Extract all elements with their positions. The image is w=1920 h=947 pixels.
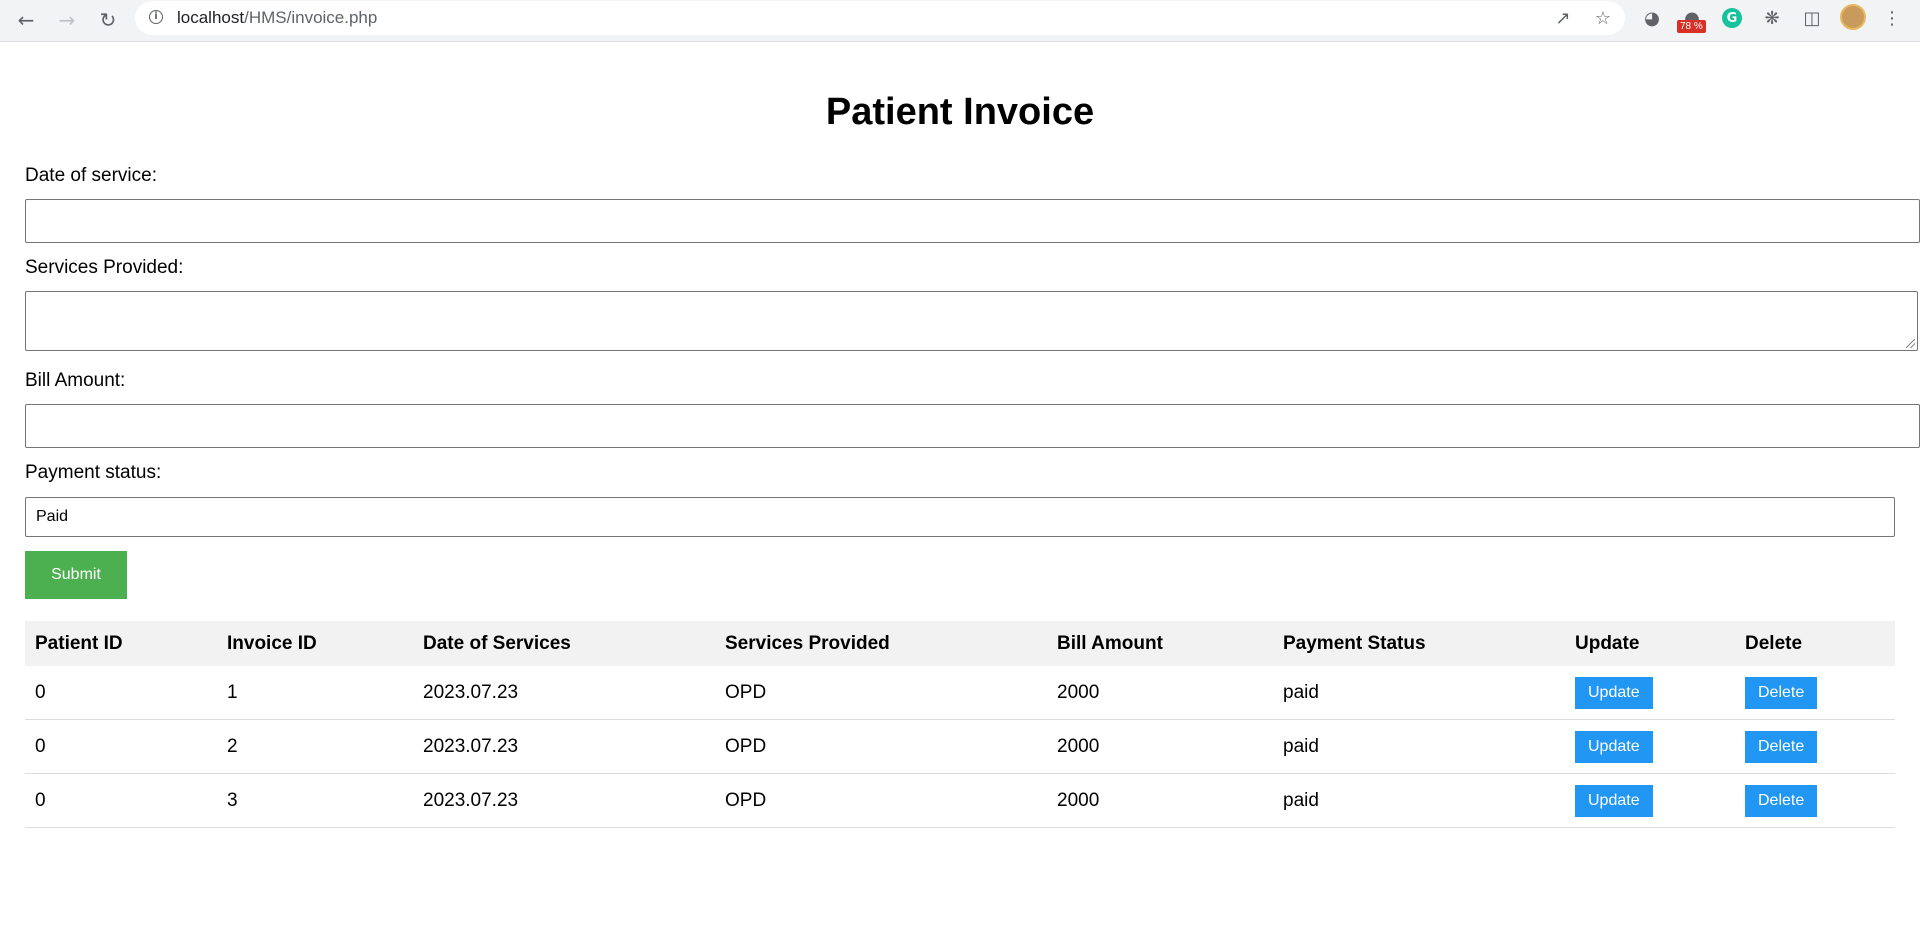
header-date: Date of Services (413, 621, 715, 666)
cell-patient-id: 0 (25, 666, 217, 720)
table-header-row: Patient ID Invoice ID Date of Services S… (25, 621, 1895, 666)
delete-button[interactable]: Delete (1745, 784, 1818, 817)
cell-amount: 2000 (1047, 773, 1273, 828)
table-row: 0 1 2023.07.23 OPD 2000 paid Update Dele… (25, 666, 1895, 720)
page-title: Patient Invoice (825, 91, 1095, 133)
cell-services: OPD (715, 719, 1047, 774)
cell-update: Update (1565, 773, 1735, 828)
cell-update: Update (1565, 666, 1735, 720)
cell-services: OPD (715, 773, 1047, 828)
update-button[interactable]: Update (1575, 784, 1653, 817)
header-status: Payment Status (1273, 621, 1565, 666)
cell-amount: 2000 (1047, 666, 1273, 720)
reload-icon[interactable]: ↻ (92, 4, 124, 36)
header-delete: Delete (1735, 621, 1895, 666)
cell-date: 2023.07.23 (413, 666, 715, 720)
cell-delete: Delete (1735, 719, 1895, 774)
resize-grip[interactable] (1906, 339, 1915, 348)
cell-date: 2023.07.23 (413, 773, 715, 828)
cell-amount: 2000 (1047, 719, 1273, 774)
url-path: /HMS/invoice.php (244, 8, 378, 27)
browser-toolbar: ← → ↻ i localhost/HMS/invoice.php ↗ ☆ ◕ … (0, 0, 1920, 42)
cell-delete: Delete (1735, 773, 1895, 828)
star-icon[interactable]: ☆ (1592, 7, 1614, 29)
bill-field[interactable] (25, 404, 1920, 448)
date-label: Date of service: (25, 165, 157, 186)
url-host: localhost (177, 8, 245, 27)
cell-invoice-id: 1 (217, 666, 413, 720)
grammarly-icon[interactable]: G (1722, 8, 1742, 28)
services-label: Services Provided: (25, 257, 184, 278)
cell-date: 2023.07.23 (413, 719, 715, 774)
services-field[interactable] (25, 291, 1918, 351)
cell-patient-id: 0 (25, 773, 217, 828)
date-field[interactable] (25, 199, 1920, 243)
update-button[interactable]: Update (1575, 730, 1653, 763)
share-icon[interactable]: ↗ (1552, 7, 1574, 29)
header-update: Update (1565, 621, 1735, 666)
bill-label: Bill Amount: (25, 370, 126, 391)
header-invoice-id: Invoice ID (217, 621, 413, 666)
cell-status: paid (1273, 719, 1565, 774)
cell-update: Update (1565, 719, 1735, 774)
cell-services: OPD (715, 666, 1047, 720)
address-bar[interactable]: i localhost/HMS/invoice.php ↗ ☆ (135, 1, 1625, 35)
info-icon[interactable]: i (149, 10, 163, 24)
payment-label: Payment status: (25, 462, 162, 483)
side-panel-icon[interactable]: ◫ (1800, 6, 1824, 30)
header-amount: Bill Amount (1047, 621, 1273, 666)
cell-delete: Delete (1735, 666, 1895, 720)
back-icon[interactable]: ← (10, 4, 42, 36)
delete-button[interactable]: Delete (1745, 730, 1818, 763)
payment-status-field[interactable] (25, 497, 1895, 537)
url-text[interactable]: localhost/HMS/invoice.php (177, 8, 377, 28)
table-row: 0 3 2023.07.23 OPD 2000 paid Update Dele… (25, 773, 1895, 828)
cell-invoice-id: 3 (217, 773, 413, 828)
update-button[interactable]: Update (1575, 676, 1653, 709)
cell-invoice-id: 2 (217, 719, 413, 774)
header-services: Services Provided (715, 621, 1047, 666)
forward-icon[interactable]: → (51, 4, 83, 36)
cell-status: paid (1273, 773, 1565, 828)
speedometer-icon[interactable]: ◕ (1640, 6, 1664, 30)
extension-badge: 78 % (1677, 20, 1706, 33)
puzzle-icon[interactable]: ❋ (1760, 6, 1784, 30)
table-row: 0 2 2023.07.23 OPD 2000 paid Update Dele… (25, 719, 1895, 774)
cell-patient-id: 0 (25, 719, 217, 774)
avatar[interactable] (1840, 4, 1866, 30)
header-patient-id: Patient ID (25, 621, 217, 666)
submit-button[interactable]: Submit (25, 551, 127, 599)
cell-status: paid (1273, 666, 1565, 720)
menu-icon[interactable]: ⋮ (1880, 6, 1904, 30)
invoice-table: Patient ID Invoice ID Date of Services S… (25, 621, 1895, 828)
delete-button[interactable]: Delete (1745, 676, 1818, 709)
